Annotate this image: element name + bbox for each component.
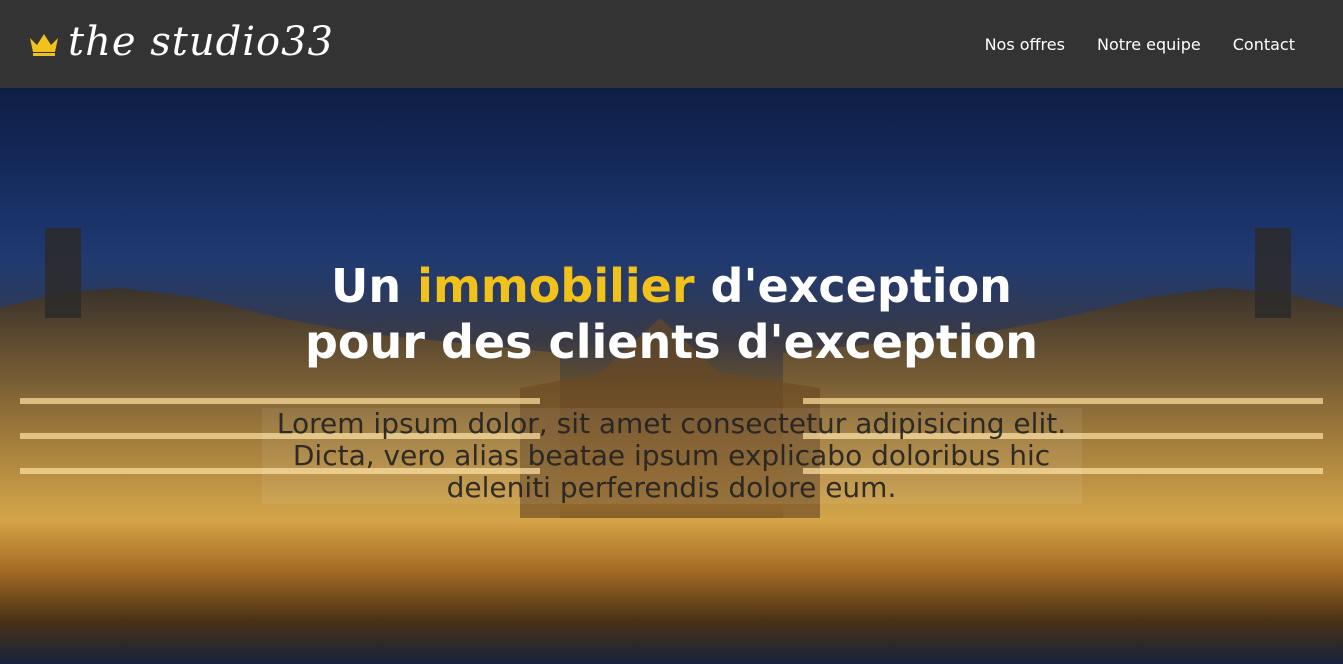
site-header: the studio33 Nos offres Notre equipe Con… xyxy=(0,0,1343,88)
crown-icon xyxy=(28,32,60,56)
hero-background-image xyxy=(0,228,1343,664)
nav-item-notre-equipe[interactable]: Notre equipe xyxy=(1097,35,1201,54)
nav-item-contact[interactable]: Contact xyxy=(1233,35,1295,54)
main-nav: Nos offres Notre equipe Contact xyxy=(985,35,1295,54)
logo-text: the studio33 xyxy=(68,19,334,65)
logo[interactable]: the studio33 xyxy=(28,19,334,65)
nav-item-nos-offres[interactable]: Nos offres xyxy=(985,35,1065,54)
hero-section: Un immobilier d'exception pour des clien… xyxy=(0,88,1343,664)
